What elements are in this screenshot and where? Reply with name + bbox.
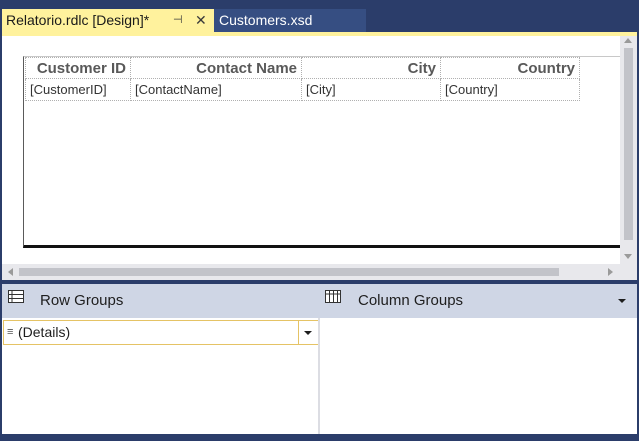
scroll-down-arrow-icon[interactable] bbox=[624, 254, 632, 259]
row-group-dropdown-button[interactable] bbox=[298, 321, 318, 344]
tablix-header-row: Customer ID Contact Name City Country bbox=[25, 57, 580, 79]
header-cell-contact-name[interactable]: Contact Name bbox=[130, 57, 302, 79]
detail-cell-customer-id[interactable]: [CustomerID] bbox=[25, 78, 131, 101]
horizontal-scrollbar[interactable] bbox=[2, 264, 637, 280]
column-groups-pane[interactable] bbox=[320, 318, 637, 434]
row-group-label: (Details) bbox=[18, 324, 71, 340]
window-bottom-border bbox=[0, 434, 639, 441]
tab-label: Customers.xsd bbox=[219, 12, 313, 28]
grouping-pane-header: Row Groups Column Groups bbox=[2, 284, 637, 318]
horizontal-scroll-thumb[interactable] bbox=[19, 268, 559, 276]
detail-cell-contact-name[interactable]: [ContactName] bbox=[130, 78, 302, 101]
header-cell-country[interactable]: Country bbox=[440, 57, 580, 79]
scroll-left-arrow-icon[interactable] bbox=[8, 268, 13, 276]
tablix-detail-row: [CustomerID] [ContactName] [City] [Count… bbox=[25, 78, 580, 101]
chevron-down-icon bbox=[304, 331, 312, 335]
row-group-item-details[interactable]: ≡ (Details) bbox=[3, 320, 319, 345]
tablix[interactable]: Customer ID Contact Name City Country [C… bbox=[25, 57, 580, 101]
row-groups-icon bbox=[8, 290, 24, 303]
row-groups-label: Row Groups bbox=[40, 292, 124, 309]
close-icon[interactable]: ✕ bbox=[195, 9, 207, 32]
header-cell-customer-id[interactable]: Customer ID bbox=[25, 57, 131, 79]
pin-icon[interactable]: ⊣ bbox=[173, 9, 183, 32]
vertical-scrollbar[interactable] bbox=[620, 36, 637, 264]
column-groups-label: Column Groups bbox=[358, 292, 464, 309]
scroll-right-arrow-icon[interactable] bbox=[608, 268, 613, 276]
report-body[interactable]: Customer ID Contact Name City Country [C… bbox=[23, 56, 623, 248]
column-groups-icon bbox=[325, 290, 341, 303]
row-groups-pane[interactable]: ≡ (Details) bbox=[2, 318, 319, 434]
detail-cell-country[interactable]: [Country] bbox=[440, 78, 580, 101]
details-lines-icon: ≡ bbox=[7, 326, 14, 338]
report-design-surface[interactable]: Customer ID Contact Name City Country [C… bbox=[2, 36, 637, 280]
tab-customers-xsd[interactable]: Customers.xsd bbox=[214, 9, 366, 32]
scroll-up-arrow-icon[interactable] bbox=[624, 38, 632, 43]
vertical-scroll-thumb[interactable] bbox=[624, 48, 633, 240]
document-tab-strip: Relatorio.rdlc [Design]* ⊣ ✕ Customers.x… bbox=[0, 0, 639, 36]
grouping-options-dropdown-icon[interactable] bbox=[618, 299, 626, 303]
detail-cell-city[interactable]: [City] bbox=[301, 78, 441, 101]
tab-relatorio-design[interactable]: Relatorio.rdlc [Design]* ⊣ ✕ bbox=[2, 9, 214, 32]
header-cell-city[interactable]: City bbox=[301, 57, 441, 79]
tab-label: Relatorio.rdlc [Design]* bbox=[6, 12, 150, 28]
